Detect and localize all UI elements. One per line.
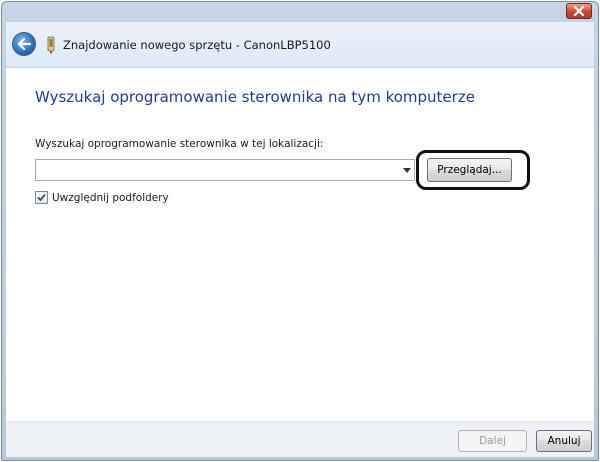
chevron-down-icon[interactable] (403, 168, 411, 173)
wizard-window: Znajdowanie nowego sprzętu - CanonLBP510… (1, 1, 599, 461)
close-icon (573, 6, 585, 16)
title-bar: Znajdowanie nowego sprzętu - CanonLBP510… (6, 22, 594, 68)
include-subfolders-checkbox[interactable] (35, 191, 48, 204)
page-heading: Wyszukaj oprogramowanie sterownika na ty… (35, 88, 475, 106)
footer-bar: Dalej Anuluj (6, 421, 594, 457)
back-arrow-icon (17, 38, 31, 50)
back-button[interactable] (12, 32, 36, 56)
window-title: Znajdowanie nowego sprzętu - CanonLBP510… (63, 38, 331, 52)
close-button[interactable] (566, 3, 592, 19)
checkmark-icon (37, 193, 46, 202)
content-area: Wyszukaj oprogramowanie sterownika na ty… (6, 68, 594, 421)
browse-button[interactable]: Przeglądaj... (427, 158, 512, 182)
cancel-button[interactable]: Anuluj (536, 430, 592, 452)
include-subfolders-label: Uwzględnij podfoldery (52, 191, 169, 204)
hardware-device-icon (47, 36, 55, 54)
location-combobox[interactable] (35, 159, 415, 181)
include-subfolders-option[interactable]: Uwzględnij podfoldery (35, 191, 169, 204)
location-label: Wyszukaj oprogramowanie sterownika w tej… (35, 138, 324, 150)
next-button[interactable]: Dalej (458, 430, 527, 452)
